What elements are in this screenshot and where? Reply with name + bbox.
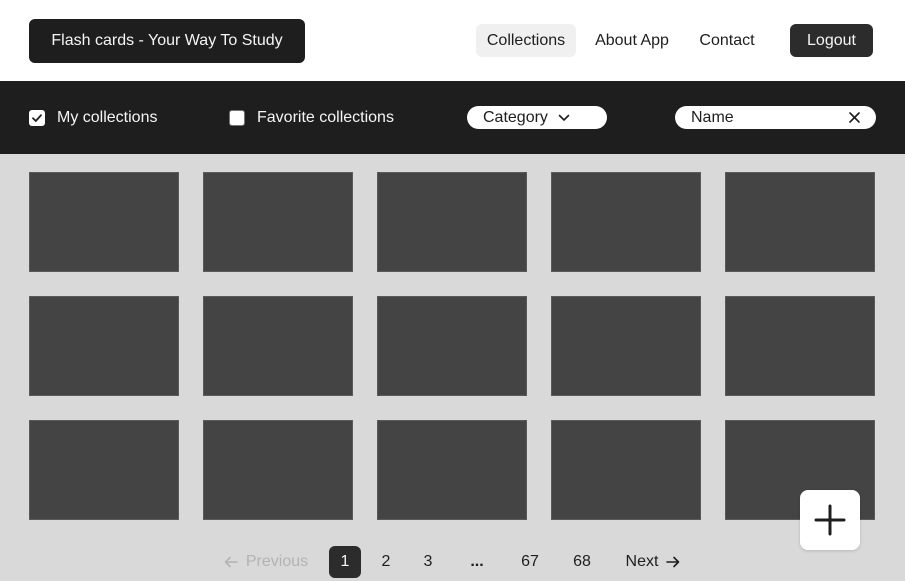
chevron-down-icon — [558, 114, 570, 121]
add-collection-button[interactable] — [800, 490, 860, 550]
favorite-collections-filter[interactable]: Favorite collections — [229, 81, 394, 154]
nav-contact[interactable]: Contact — [688, 24, 766, 57]
favorite-collections-label: Favorite collections — [257, 108, 394, 126]
brand-title[interactable]: Flash cards - Your Way To Study — [29, 19, 305, 63]
page-button-68[interactable]: 68 — [566, 546, 598, 578]
collection-card[interactable] — [377, 172, 527, 272]
logout-button[interactable]: Logout — [790, 24, 873, 57]
my-collections-filter[interactable]: My collections — [29, 81, 157, 154]
page-button-3[interactable]: 3 — [412, 546, 444, 578]
arrow-right-icon — [666, 556, 680, 568]
collection-card[interactable] — [29, 420, 179, 520]
page-ellipsis: ... — [470, 553, 484, 570]
checkmark-icon — [32, 113, 42, 122]
my-collections-label: My collections — [57, 108, 158, 126]
collection-card[interactable] — [377, 420, 527, 520]
close-icon[interactable] — [849, 112, 860, 123]
arrow-left-icon — [224, 556, 238, 568]
collection-card[interactable] — [29, 172, 179, 272]
collection-card[interactable] — [203, 172, 353, 272]
next-page-button[interactable]: Next — [618, 546, 688, 578]
filter-bar: My collections Favorite collections Cate… — [0, 81, 905, 154]
category-select[interactable]: Category — [467, 106, 607, 129]
name-search-value: Name — [691, 108, 734, 126]
collection-card[interactable] — [725, 172, 875, 272]
collection-card[interactable] — [203, 296, 353, 396]
collection-card[interactable] — [725, 296, 875, 396]
my-collections-checkbox[interactable] — [29, 109, 45, 126]
collection-card[interactable] — [29, 296, 179, 396]
previous-label: Previous — [245, 553, 309, 570]
page-button-67[interactable]: 67 — [514, 546, 546, 578]
page-button-2[interactable]: 2 — [370, 546, 402, 578]
plus-icon — [814, 504, 846, 536]
page-button-1[interactable]: 1 — [329, 546, 361, 578]
name-search-input[interactable]: Name — [675, 106, 876, 129]
category-select-label: Category — [483, 108, 548, 126]
collection-card[interactable] — [203, 420, 353, 520]
app-header: Flash cards - Your Way To Study Collecti… — [0, 0, 905, 81]
collection-card[interactable] — [377, 296, 527, 396]
favorite-collections-checkbox[interactable] — [229, 109, 245, 126]
collection-card[interactable] — [551, 420, 701, 520]
next-label: Next — [625, 553, 659, 570]
collection-card[interactable] — [551, 172, 701, 272]
nav-about-app[interactable]: About App — [585, 24, 679, 57]
nav-collections[interactable]: Collections — [476, 24, 576, 57]
previous-page-button[interactable]: Previous — [218, 546, 314, 578]
collection-card[interactable] — [551, 296, 701, 396]
